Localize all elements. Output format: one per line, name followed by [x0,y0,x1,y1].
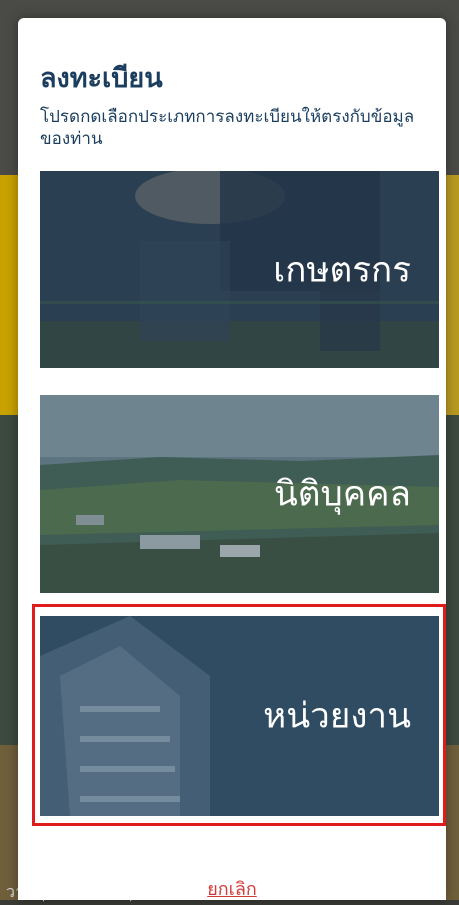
option-agency-card[interactable]: หน่วยงาน [40,616,439,816]
registration-modal: ลงทะเบียน โปรดกดเลือกประเภทการลงทะเบียนใ… [18,18,446,900]
option-farmer-card[interactable]: เกษตรกร [40,171,439,368]
option-farmer-label: เกษตรกร [273,250,411,290]
option-agency-label: หน่วยงาน [263,696,411,737]
modal-title: ลงทะเบียน [40,63,163,94]
option-juristic-card[interactable]: นิติบุคคล [40,395,439,593]
modal-subtitle: โปรดกดเลือกประเภทการลงทะเบียนให้ตรงกับข้… [40,107,415,149]
option-juristic-label: นิติบุคคล [273,474,411,515]
cancel-link[interactable]: ยกเลิก [18,874,446,903]
